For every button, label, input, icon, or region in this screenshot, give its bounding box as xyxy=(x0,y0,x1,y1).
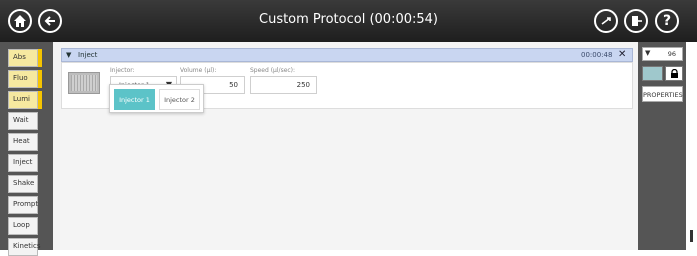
help-button[interactable]: ? xyxy=(655,9,679,33)
sidebar-item-shake[interactable]: Shake xyxy=(8,175,38,193)
sidebar-item-prompt[interactable]: Prompt xyxy=(8,196,38,214)
sidebar-item-label: Kinetics xyxy=(13,242,41,250)
dropdown-option-injector-1[interactable]: Injector 1 xyxy=(114,89,155,110)
step-header[interactable]: ▼ Inject 00:00:48 ✕ xyxy=(61,48,633,62)
sidebar-item-label: Prompt xyxy=(13,200,39,208)
sidebar-item-label: Loop xyxy=(13,221,30,229)
right-panel: ▼ 96 PROPERTIES xyxy=(638,42,686,250)
sidebar-item-label: Fluo xyxy=(13,74,28,82)
plate-color-swatch[interactable] xyxy=(642,66,663,81)
save-icon xyxy=(601,17,611,25)
properties-button[interactable]: PROPERTIES xyxy=(642,86,683,102)
sidebar-item-label: Inject xyxy=(13,158,33,166)
sidebar-item-inject[interactable]: Inject xyxy=(8,154,38,172)
category-accent xyxy=(38,70,42,88)
step-title: Inject xyxy=(78,51,98,59)
step-time: 00:00:48 xyxy=(581,51,613,59)
sidebar-item-label: Wait xyxy=(13,116,29,124)
window-title: Custom Protocol (00:00:54) xyxy=(259,12,438,27)
exit-icon xyxy=(632,16,642,26)
sidebar-item-label: Abs xyxy=(13,53,26,61)
volume-label: Volume (µl): xyxy=(180,67,217,74)
sidebar-item-label: Shake xyxy=(13,179,35,187)
top-bar: Custom Protocol (00:00:54) ? xyxy=(0,0,697,42)
sidebar-item-label: Heat xyxy=(13,137,30,145)
close-icon: ✕ xyxy=(618,49,627,60)
sidebar-item-fluo[interactable]: Fluo xyxy=(8,70,42,88)
plate-count-select[interactable]: ▼ 96 xyxy=(642,47,683,61)
plate-wells xyxy=(71,75,97,91)
sidebar-item-abs[interactable]: Abs xyxy=(8,49,42,67)
speed-input[interactable]: 250 xyxy=(250,76,317,94)
edge-marker xyxy=(690,230,693,242)
category-accent xyxy=(38,91,42,109)
lock-icon xyxy=(670,68,678,78)
protocol-workspace: ▼ Inject 00:00:48 ✕ Injector: Injector 1… xyxy=(53,42,638,250)
sidebar-item-loop[interactable]: Loop xyxy=(8,217,38,235)
injector-dropdown-menu: Injector 1 Injector 2 xyxy=(109,84,204,113)
sidebar-item-lumi[interactable]: Lumi xyxy=(8,91,42,109)
sidebar-item-wait[interactable]: Wait xyxy=(8,112,38,130)
sidebar-item-heat[interactable]: Heat xyxy=(8,133,38,151)
help-icon: ? xyxy=(662,13,672,29)
save-button[interactable] xyxy=(594,9,618,33)
lock-button[interactable] xyxy=(665,66,683,81)
speed-label: Speed (µl/sec): xyxy=(250,67,296,74)
collapse-icon[interactable]: ▼ xyxy=(66,51,71,59)
close-step-button[interactable]: ✕ xyxy=(618,49,626,60)
dropdown-option-injector-2[interactable]: Injector 2 xyxy=(159,89,200,110)
exit-button[interactable] xyxy=(624,9,648,33)
plate-count-value: 96 xyxy=(667,50,676,58)
plate-thumbnail xyxy=(68,72,100,94)
injector-label: Injector: xyxy=(110,67,135,74)
step-sidebar: Abs Fluo Lumi Wait Heat Inject Shake Pro… xyxy=(0,42,53,256)
sidebar-item-kinetics[interactable]: Kinetics xyxy=(8,238,41,256)
chevron-down-icon: ▼ xyxy=(645,49,651,57)
category-accent xyxy=(38,49,42,67)
sidebar-item-label: Lumi xyxy=(13,95,30,103)
